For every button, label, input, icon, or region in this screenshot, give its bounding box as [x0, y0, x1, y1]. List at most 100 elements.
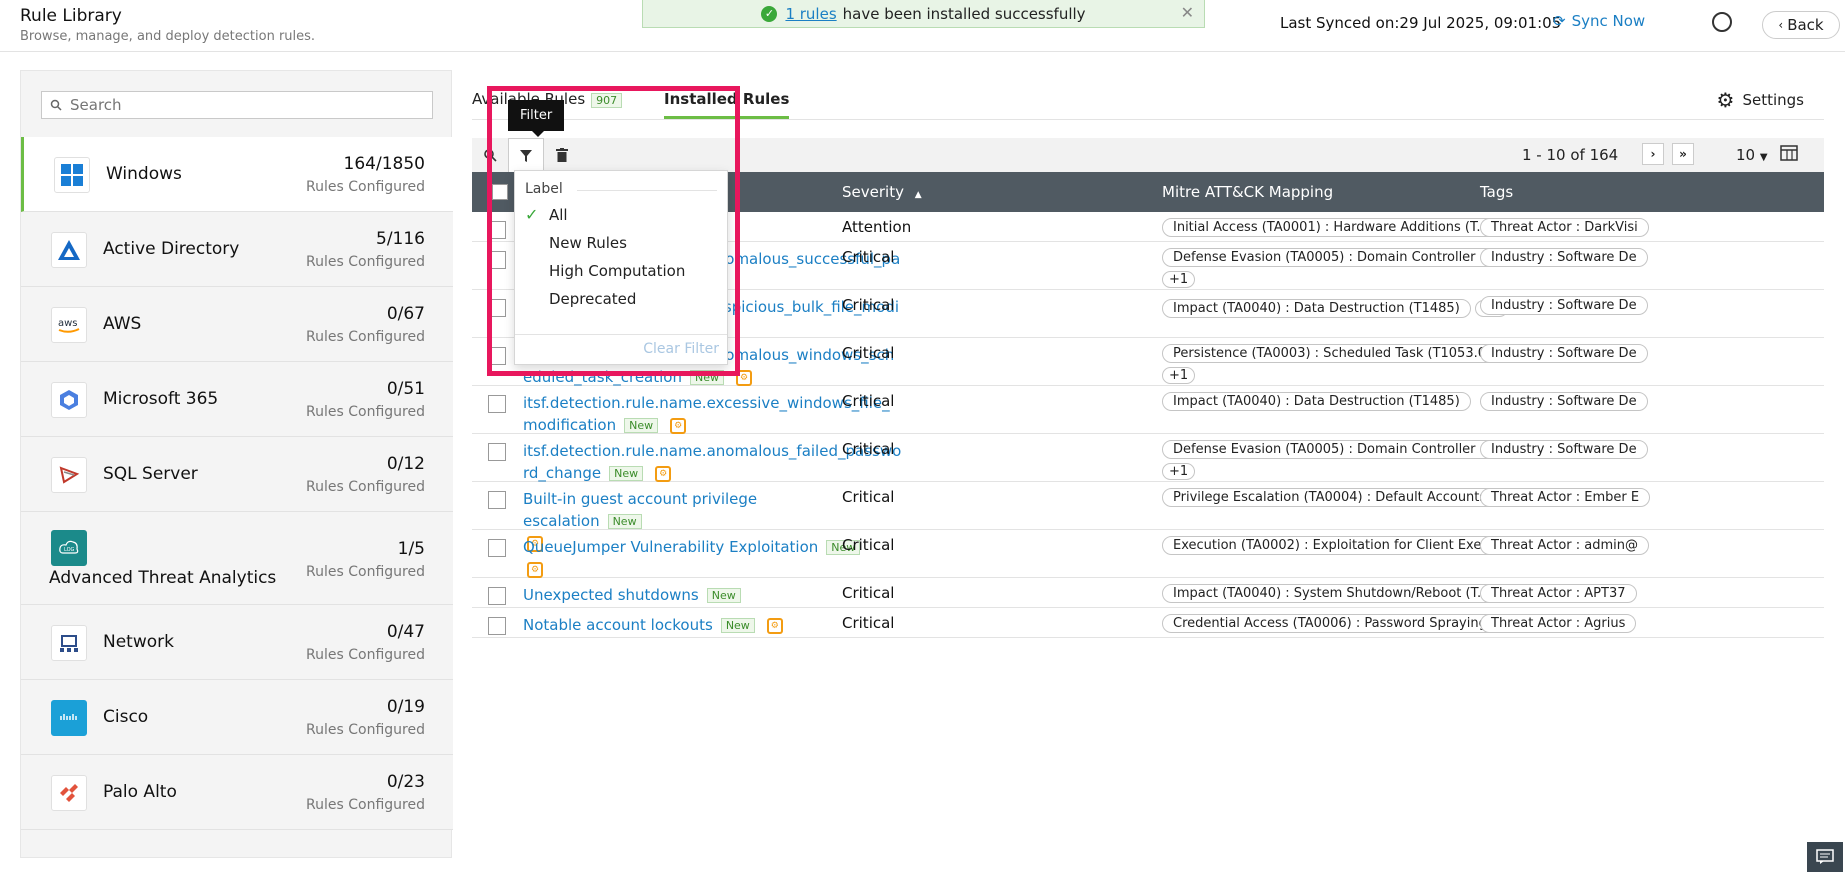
svg-text:aws: aws: [58, 318, 78, 329]
last-page-button[interactable]: »: [1672, 143, 1694, 165]
tag-chip[interactable]: Industry : Software De: [1480, 440, 1648, 459]
mitre-chip[interactable]: Persistence (TA0003) : Scheduled Task (T…: [1162, 344, 1510, 363]
source-item-network[interactable]: Network 0/47 Rules Configured: [21, 605, 453, 680]
row-checkbox[interactable]: [488, 443, 506, 461]
globe-icon[interactable]: [1712, 12, 1732, 32]
page-subtitle: Browse, manage, and deploy detection rul…: [20, 29, 316, 44]
close-icon[interactable]: ✕: [1181, 3, 1194, 22]
per-page-select[interactable]: 10 ▼: [1736, 146, 1768, 164]
tag-cell: Industry : Software De: [1480, 392, 1824, 411]
row-checkbox[interactable]: [488, 539, 506, 557]
severity-cell: Critical: [842, 344, 895, 362]
severity-header-label: Severity: [842, 183, 904, 201]
source-sub: Rules Configured: [306, 254, 425, 270]
back-button[interactable]: ‹ Back: [1762, 11, 1840, 39]
source-item-sql-server[interactable]: SQL Server 0/12 Rules Configured: [21, 437, 453, 512]
mitre-chip[interactable]: Credential Access (TA0006) : Password Sp…: [1162, 614, 1511, 633]
source-item-microsoft-365[interactable]: Microsoft 365 0/51 Rules Configured: [21, 362, 453, 437]
tag-chip[interactable]: Threat Actor : APT37: [1480, 584, 1637, 603]
mitre-more-badge[interactable]: +1: [1162, 367, 1196, 384]
source-name: Advanced Threat Analytics: [49, 568, 277, 588]
tag-chip[interactable]: Threat Actor : Agrius: [1480, 614, 1637, 633]
rule-name-line2: modification: [523, 416, 617, 434]
source-item-active-directory[interactable]: Active Directory 5/116 Rules Configured: [21, 212, 453, 287]
tag-chip[interactable]: Threat Actor : admin@: [1480, 536, 1650, 555]
mitre-chip[interactable]: Impact (TA0040) : Data Destruction (T148…: [1162, 299, 1471, 318]
source-count: 164/1850: [343, 154, 425, 174]
tag-chip[interactable]: Industry : Software De: [1480, 344, 1648, 363]
mitre-chip[interactable]: Privilege Escalation (TA0004) : Default …: [1162, 488, 1510, 507]
source-count: 0/12: [386, 454, 425, 474]
tag-cell: Industry : Software De: [1480, 296, 1824, 315]
source-item-advanced-threat-analytics[interactable]: LOG Advanced Threat Analytics 1/5 Rules …: [21, 512, 453, 605]
rule-name-text: Unexpected shutdowns: [523, 586, 699, 604]
tag-chip[interactable]: Industry : Software De: [1480, 248, 1648, 267]
source-name: Cisco: [103, 707, 149, 727]
search-box[interactable]: [41, 91, 433, 119]
severity-header[interactable]: Severity ▲: [842, 183, 922, 201]
table-row: Notable account lockouts New ⚙ Critical Cr…: [472, 608, 1824, 638]
row-checkbox[interactable]: [488, 617, 506, 635]
source-item-cisco[interactable]: Cisco 0/19 Rules Configured: [21, 680, 453, 755]
mitre-cell: Privilege Escalation (TA0004) : Default …: [1162, 488, 1510, 507]
tag-cell: Threat Actor : Ember E: [1480, 488, 1824, 507]
table-row: QueueJumper Vulnerability Exploitation Ne…: [472, 530, 1824, 578]
row-checkbox[interactable]: [488, 587, 506, 605]
search-icon: [50, 99, 62, 111]
source-name: AWS: [103, 314, 142, 334]
table-row: Built-in guest account privilege escalat…: [472, 482, 1824, 552]
tag-chip[interactable]: Threat Actor : Ember E: [1480, 488, 1651, 507]
source-count: 0/67: [386, 304, 425, 324]
svg-text:LOG: LOG: [64, 547, 75, 553]
column-settings-icon[interactable]: [1780, 145, 1800, 167]
source-count: 0/51: [386, 379, 425, 399]
mitre-header: Mitre ATT&CK Mapping: [1162, 183, 1334, 201]
source-count: 1/5: [397, 539, 425, 559]
chevron-left-icon: ‹: [1778, 18, 1784, 32]
source-item-palo-alto[interactable]: Palo Alto 0/23 Rules Configured: [21, 755, 453, 830]
highlight-annotation: [487, 86, 740, 376]
mitre-chip[interactable]: Initial Access (TA0001) : Hardware Addit…: [1162, 218, 1500, 237]
rule-name-link[interactable]: Notable account lockouts New ⚙: [523, 614, 873, 637]
tag-chip[interactable]: Industry : Software De: [1480, 296, 1648, 315]
settings-label: Settings: [1742, 91, 1804, 109]
severity-cell: Critical: [842, 488, 895, 506]
source-name: Active Directory: [103, 239, 240, 259]
settings-button[interactable]: ⚙ Settings: [1717, 88, 1804, 112]
high-computation-icon: ⚙: [527, 562, 543, 578]
high-computation-icon: ⚙: [766, 617, 783, 634]
severity-cell: Critical: [842, 584, 895, 602]
mitre-chip[interactable]: Impact (TA0040) : System Shutdown/Reboot…: [1162, 584, 1501, 603]
row-checkbox[interactable]: [488, 395, 506, 413]
source-item-windows[interactable]: Windows 164/1850 Rules Configured: [21, 137, 453, 212]
toast-rules-link[interactable]: 1 rules: [785, 5, 836, 23]
chat-button[interactable]: [1807, 842, 1843, 872]
severity-cell: Attention: [842, 218, 912, 236]
source-item-aws[interactable]: aws AWS 0/67 Rules Configured: [21, 287, 453, 362]
new-badge: New: [706, 587, 741, 603]
tag-chip[interactable]: Threat Actor : DarkVisi: [1480, 218, 1649, 237]
source-sub: Rules Configured: [306, 564, 425, 580]
mitre-chip[interactable]: Execution (TA0002) : Exploitation for Cl…: [1162, 536, 1512, 555]
next-page-button[interactable]: ›: [1642, 143, 1664, 165]
severity-cell: Critical: [842, 536, 895, 554]
search-input[interactable]: [70, 96, 410, 114]
sync-now-label: Sync Now: [1571, 12, 1646, 30]
rule-name-link[interactable]: itsf.detection.rule.name.excessive_windo…: [523, 392, 890, 437]
rule-name-link[interactable]: itsf.detection.rule.name.anomalous_faile…: [523, 440, 901, 485]
severity-cell: Critical: [842, 614, 895, 632]
table-row: itsf.detection.rule.name.anomalous_faile…: [472, 434, 1824, 482]
mitre-chip[interactable]: Impact (TA0040) : Data Destruction (T148…: [1162, 392, 1471, 411]
rule-name-link[interactable]: QueueJumper Vulnerability Exploitation Ne…: [523, 536, 873, 581]
tag-cell: Threat Actor : APT37: [1480, 584, 1824, 603]
mitre-more-badge[interactable]: +1: [1162, 271, 1196, 288]
mitre-more-badge[interactable]: +1: [1162, 463, 1196, 480]
tag-cell: Industry : Software De: [1480, 440, 1824, 459]
tag-chip[interactable]: Industry : Software De: [1480, 392, 1648, 411]
row-checkbox[interactable]: [488, 491, 506, 509]
sync-now-button[interactable]: ⟳ Sync Now: [1553, 12, 1645, 30]
mitre-chip[interactable]: Defense Evasion (TA0005) : Domain Contro…: [1162, 440, 1504, 459]
mitre-chip[interactable]: Defense Evasion (TA0005) : Domain Contro…: [1162, 248, 1504, 267]
new-badge: New: [624, 417, 659, 433]
rule-name-link[interactable]: Unexpected shutdowns New: [523, 584, 873, 607]
